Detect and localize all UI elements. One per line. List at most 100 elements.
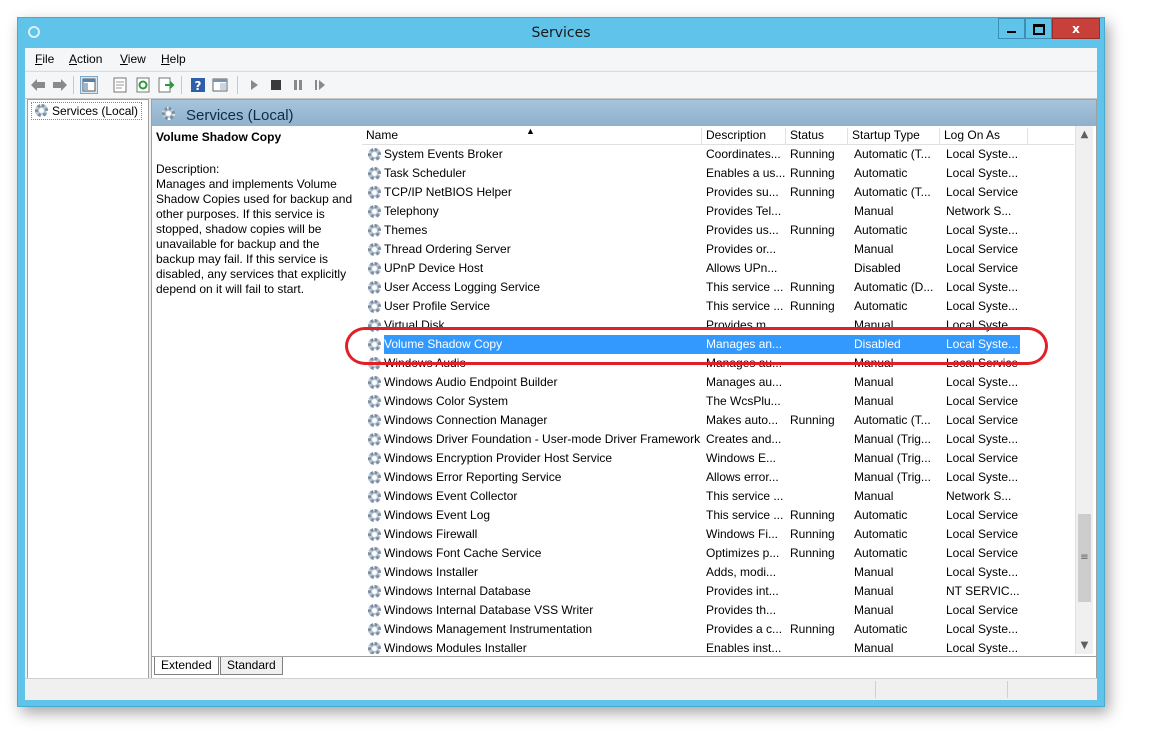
table-row[interactable]: User Profile Service This service ... Runn…	[362, 297, 1074, 316]
menu-action[interactable]: Action	[69, 52, 102, 66]
table-row[interactable]: TCP/IP NetBIOS Helper Provides su... Runni…	[362, 183, 1074, 202]
maximize-button[interactable]	[1025, 18, 1052, 39]
table-row[interactable]: Windows Error Reporting Service Allows er…	[362, 468, 1074, 487]
column-description[interactable]: Description	[702, 128, 786, 144]
column-status-label: Status	[790, 128, 825, 142]
service-name: User Access Logging Service	[384, 280, 541, 294]
back-icon[interactable]	[29, 76, 47, 94]
table-row[interactable]: Windows Installer Adds, modi... Manual Loca…	[362, 563, 1074, 582]
service-startup-type: Manual	[854, 375, 894, 389]
tree-item-label: Services (Local)	[52, 104, 139, 118]
properties-icon[interactable]	[111, 76, 129, 94]
scroll-down-icon[interactable]: ▼	[1076, 637, 1093, 654]
menu-help[interactable]: Help	[161, 52, 186, 66]
table-row[interactable]: Windows Driver Foundation - User-mode Dr…	[362, 430, 1074, 449]
console-tree-icon[interactable]	[80, 76, 98, 94]
refresh-icon[interactable]	[134, 76, 152, 94]
minimize-button[interactable]	[998, 18, 1025, 39]
gear-icon	[368, 262, 381, 275]
annotation-highlight-oval	[345, 327, 1048, 365]
service-startup-type: Automatic	[854, 622, 908, 636]
service-name: Windows Management Instrumentation	[384, 622, 593, 636]
gear-icon	[368, 281, 381, 294]
stop-icon[interactable]	[267, 76, 285, 94]
service-name: Windows Modules Installer	[384, 641, 527, 654]
service-name: Windows Driver Foundation - User-mode Dr…	[384, 432, 701, 446]
close-button[interactable]: x	[1052, 18, 1100, 39]
scroll-thumb[interactable]: ≡	[1078, 514, 1091, 602]
menu-file[interactable]: File	[35, 52, 54, 66]
gear-icon	[368, 186, 381, 199]
service-name: Thread Ordering Server	[384, 242, 511, 256]
table-row[interactable]: Windows Modules Installer Enables inst...…	[362, 639, 1074, 654]
service-startup-type: Automatic	[854, 299, 908, 313]
vertical-scrollbar[interactable]: ▲ ≡ ▼	[1075, 126, 1093, 654]
service-log-on-as: Local Syste...	[946, 299, 1019, 313]
table-row[interactable]: Windows Color System The WcsPlu... Manual L…	[362, 392, 1074, 411]
title-bar[interactable]: Services x	[18, 18, 1104, 48]
table-row[interactable]: Windows Event Collector This service ... M…	[362, 487, 1074, 506]
service-startup-type: Manual (Trig...	[854, 432, 931, 446]
column-log-on-as[interactable]: Log On As	[940, 128, 1028, 144]
services-list[interactable]: Name ▲ Description Status Startup Type L…	[362, 126, 1094, 654]
table-row[interactable]: Task Scheduler Enables a us... Running Auto…	[362, 164, 1074, 183]
table-row[interactable]: UPnP Device Host Allows UPn... Disabled Loc…	[362, 259, 1074, 278]
show-hide-icon[interactable]	[211, 76, 229, 94]
column-name[interactable]: Name ▲	[362, 126, 702, 144]
service-startup-type: Automatic	[854, 508, 908, 522]
table-row[interactable]: Windows Font Cache Service Optimizes p...…	[362, 544, 1074, 563]
service-description: Windows Fi...	[706, 527, 779, 541]
service-startup-type: Automatic (T...	[854, 147, 931, 161]
service-status: Running	[790, 166, 835, 180]
start-icon[interactable]	[245, 76, 263, 94]
table-row[interactable]: System Events Broker Coordinates... Runnin…	[362, 145, 1074, 164]
table-row[interactable]: Windows Internal Database VSS Writer Prov…	[362, 601, 1074, 620]
table-row[interactable]: Windows Encryption Provider Host Service…	[362, 449, 1074, 468]
gear-icon	[368, 585, 381, 598]
service-log-on-as: Local Service	[946, 527, 1019, 541]
column-description-label: Description	[706, 128, 767, 142]
column-startup-type[interactable]: Startup Type	[848, 128, 940, 144]
service-log-on-as: Local Syste...	[946, 432, 1019, 446]
pause-icon[interactable]	[289, 76, 307, 94]
gear-icon	[368, 167, 381, 180]
service-startup-type: Disabled	[854, 261, 901, 275]
table-row[interactable]: Windows Event Log This service ... Running…	[362, 506, 1074, 525]
tab-extended[interactable]: Extended	[154, 657, 219, 675]
table-row[interactable]: Thread Ordering Server Provides or... Manu…	[362, 240, 1074, 259]
restart-icon[interactable]	[311, 76, 329, 94]
column-status[interactable]: Status	[786, 128, 848, 144]
tab-standard[interactable]: Standard	[220, 657, 283, 675]
table-row[interactable]: Windows Internal Database Provides int...…	[362, 582, 1074, 601]
service-name: System Events Broker	[384, 147, 503, 161]
export-icon[interactable]	[157, 76, 175, 94]
table-row[interactable]: Windows Firewall Windows Fi... Running Auto…	[362, 525, 1074, 544]
service-status: Running	[790, 413, 835, 427]
service-status: Running	[790, 527, 835, 541]
svg-text:?: ?	[195, 79, 202, 93]
service-description: Provides int...	[706, 584, 779, 598]
service-description: Windows E...	[706, 451, 777, 465]
scroll-up-icon[interactable]: ▲	[1076, 126, 1093, 143]
help-icon[interactable]: ?	[189, 76, 207, 94]
service-log-on-as: Local Syste...	[946, 280, 1019, 294]
table-row[interactable]: Windows Audio Endpoint Builder Manages au…	[362, 373, 1074, 392]
service-name: Windows Event Log	[384, 508, 491, 522]
menu-view[interactable]: View	[120, 52, 146, 66]
service-name: User Profile Service	[384, 299, 491, 313]
table-row[interactable]: User Access Logging Service This service …	[362, 278, 1074, 297]
service-description: Adds, modi...	[706, 565, 777, 579]
forward-icon[interactable]	[51, 76, 69, 94]
table-row[interactable]: Windows Connection Manager Makes auto... R…	[362, 411, 1074, 430]
service-description: This service ...	[706, 280, 784, 294]
service-startup-type: Manual	[854, 641, 894, 654]
service-status: Running	[790, 185, 835, 199]
service-description: Allows UPn...	[706, 261, 778, 275]
gear-icon	[368, 623, 381, 636]
table-row[interactable]: Telephony Provides Tel... Manual Network S.…	[362, 202, 1074, 221]
tree-item-services-local[interactable]: Services (Local)	[31, 102, 143, 120]
table-row[interactable]: Windows Management Instrumentation Provid…	[362, 620, 1074, 639]
pane-header: Services (Local)	[152, 100, 1096, 126]
service-description: Provides su...	[706, 185, 779, 199]
table-row[interactable]: Themes Provides us... Running Automatic Loca…	[362, 221, 1074, 240]
